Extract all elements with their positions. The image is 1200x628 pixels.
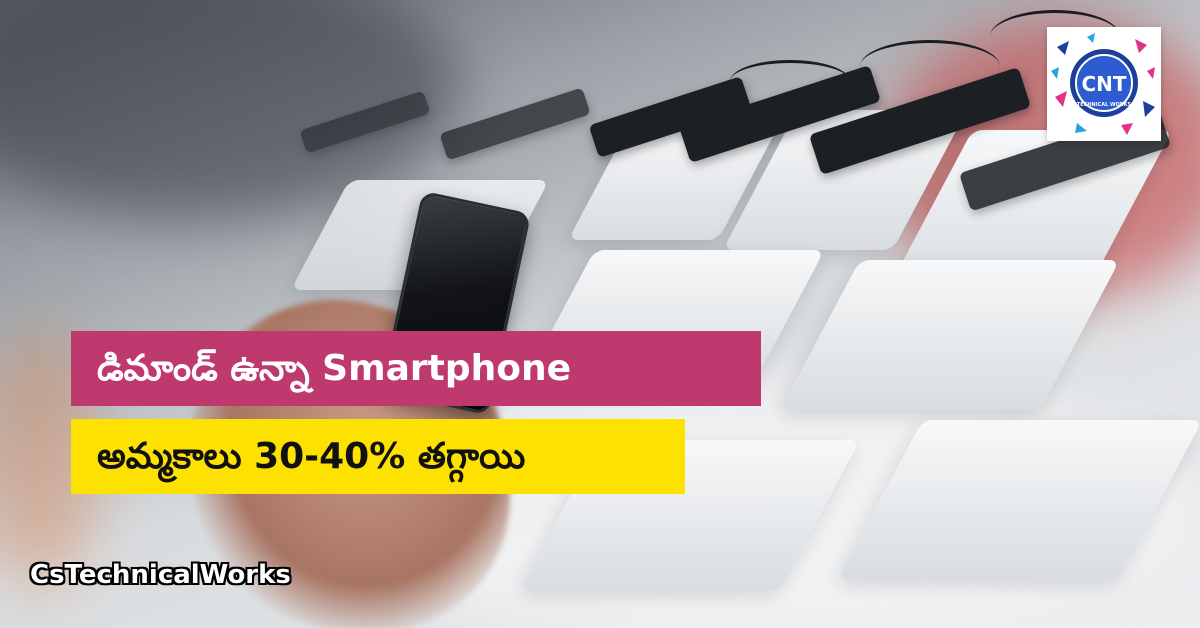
headline-line-1: డిమాండ్ ఉన్నా Smartphone bbox=[71, 331, 761, 406]
logo-emblem-icon: CNT TECHNICAL WORKS bbox=[1051, 33, 1155, 135]
logo-monogram: CNT bbox=[1081, 72, 1126, 96]
headline-line-2: అమ్మకాలు 30-40% తగ్గాయి bbox=[71, 419, 685, 494]
channel-watermark: CsTechnicalWorks bbox=[30, 560, 291, 590]
display-stand bbox=[780, 260, 1120, 410]
thumbnail-scene: డిమాండ్ ఉన్నా Smartphone అమ్మకాలు 30-40%… bbox=[0, 0, 1200, 628]
headline: డిమాండ్ ఉన్నా Smartphone అమ్మకాలు 30-40%… bbox=[71, 331, 761, 494]
security-cable bbox=[860, 40, 1000, 93]
logo-caption: TECHNICAL WORKS bbox=[1077, 102, 1132, 108]
channel-logo: CNT TECHNICAL WORKS bbox=[1047, 27, 1161, 141]
display-phone bbox=[439, 87, 591, 161]
security-cable bbox=[730, 60, 850, 103]
